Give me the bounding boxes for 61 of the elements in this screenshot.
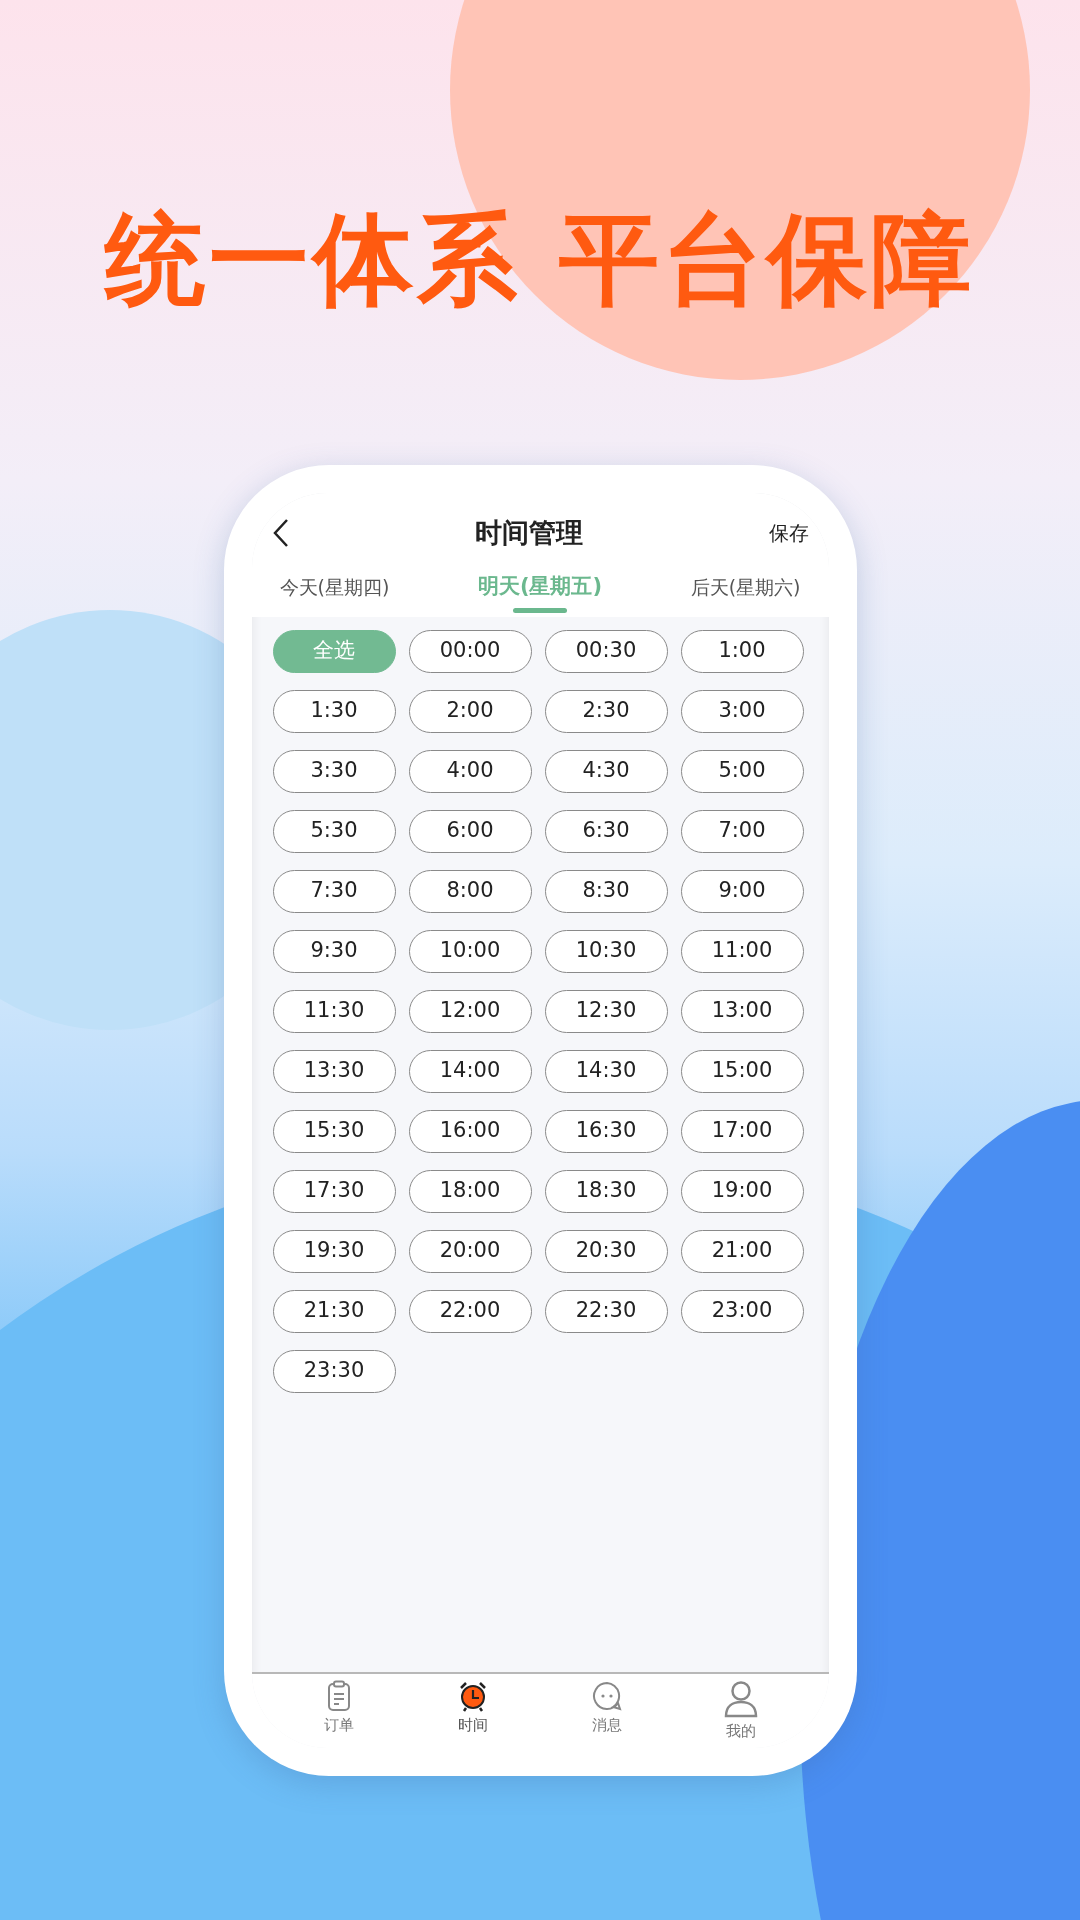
nav-tab[interactable]: 时间 [432,1680,513,1748]
time-slot-button[interactable]: 2:00 [408,689,532,733]
time-slot-button[interactable]: 7:00 [680,809,804,853]
time-slot-button[interactable]: 17:00 [680,1109,804,1153]
time-slot-button[interactable]: 17:30 [272,1169,396,1213]
time-slot-button[interactable]: 18:00 [408,1169,532,1213]
time-slot-button[interactable]: 8:00 [408,869,532,913]
screen-title: 时间管理 [475,515,583,550]
nav-tab[interactable]: 消息 [567,1680,648,1748]
time-slot-button[interactable]: 4:30 [544,749,668,793]
nav-tab[interactable]: 订单 [298,1680,379,1748]
time-slot-button[interactable]: 18:30 [544,1169,668,1213]
time-slot-button[interactable]: 6:30 [544,809,668,853]
time-slot-button[interactable]: 11:00 [680,929,804,973]
time-slot-button[interactable]: 21:30 [272,1289,396,1333]
time-slot-button[interactable]: 23:00 [680,1289,804,1333]
time-slot-button[interactable]: 11:30 [272,989,396,1033]
time-slot-button[interactable]: 4:00 [408,749,532,793]
time-slot-button[interactable]: 20:00 [408,1229,532,1273]
time-slot-button[interactable]: 5:00 [680,749,804,793]
time-slot-button[interactable]: 13:00 [680,989,804,1033]
time-slot-button[interactable]: 1:00 [680,629,804,673]
save-button[interactable]: 保存 [768,518,809,548]
nav-tab[interactable]: 我的 [701,1680,782,1748]
day-tab[interactable]: 后天(星期六) [682,559,809,617]
time-slot-button[interactable]: 3:00 [680,689,804,733]
day-tab[interactable]: 今天(星期四) [271,559,398,617]
time-slot-button[interactable]: 1:30 [272,689,396,733]
time-slot-button[interactable]: 10:30 [544,929,668,973]
time-slot-button[interactable]: 23:30 [272,1349,396,1393]
time-slot-button[interactable]: 2:30 [544,689,668,733]
time-slot-button[interactable]: 6:00 [408,809,532,853]
time-slot-button[interactable]: 19:00 [680,1169,804,1213]
time-slot-button[interactable]: 22:30 [544,1289,668,1333]
time-slot-button[interactable]: 00:00 [408,629,532,673]
time-slot-button[interactable]: 9:30 [272,929,396,973]
time-slot-button[interactable]: 15:30 [272,1109,396,1153]
time-slot-button[interactable]: 12:30 [544,989,668,1033]
time-slot-button[interactable]: 3:30 [272,749,396,793]
time-slot-button[interactable]: 9:00 [680,869,804,913]
time-slot-button[interactable]: 00:30 [544,629,668,673]
person-icon [723,1680,760,1718]
time-slot-button[interactable]: 19:30 [272,1229,396,1273]
time-slot-button[interactable]: 14:00 [408,1049,532,1093]
time-slot-button[interactable]: 16:30 [544,1109,668,1153]
time-slot-button[interactable]: 21:00 [680,1229,804,1273]
time-slot-button[interactable]: 12:00 [408,989,532,1033]
time-slot-button[interactable]: 13:30 [272,1049,396,1093]
chat-bubble-icon [591,1680,624,1712]
time-slot-button[interactable]: 8:30 [544,869,668,913]
time-slot-button[interactable]: 20:30 [544,1229,668,1273]
time-slot-button[interactable]: 7:30 [272,869,396,913]
back-icon [271,518,290,548]
time-slot-button[interactable]: 14:30 [544,1049,668,1093]
time-slot-button[interactable]: 15:00 [680,1049,804,1093]
time-slot-button[interactable]: 10:00 [408,929,532,973]
back-button[interactable] [271,518,290,548]
time-slot-button[interactable]: 16:00 [408,1109,532,1153]
headline: 统一体系 平台保障 [104,200,976,320]
time-slot-button[interactable]: 22:00 [408,1289,532,1333]
time-slot-button[interactable]: 5:30 [272,809,396,853]
